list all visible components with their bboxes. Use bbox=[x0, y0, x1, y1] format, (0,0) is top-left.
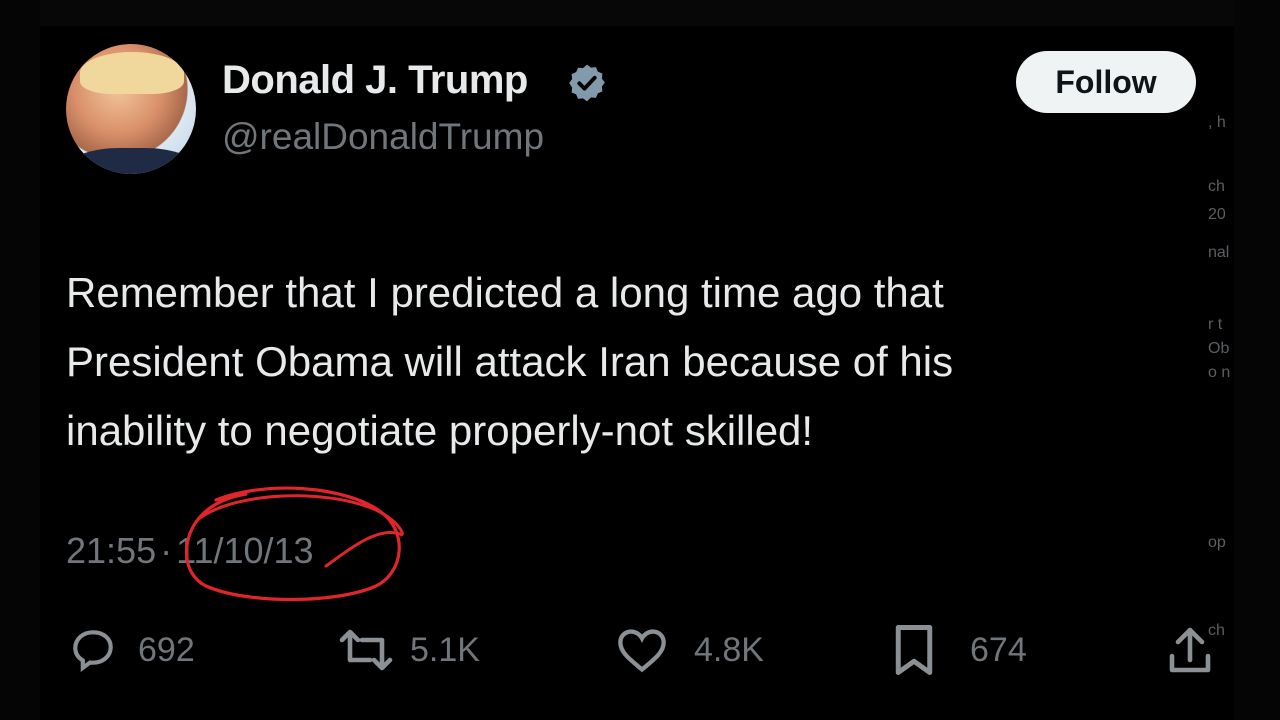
fragment: , h bbox=[1208, 114, 1226, 131]
share-icon bbox=[1169, 627, 1211, 673]
action-bar: 692 5.1K 4.8K 674 bbox=[66, 620, 1216, 680]
meta-separator: · bbox=[160, 530, 173, 571]
verified-badge-icon bbox=[569, 64, 605, 102]
bookmark-action[interactable]: 674 bbox=[892, 620, 1027, 680]
annotation-circle bbox=[184, 486, 404, 602]
tweet-line: inability to negotiate properly-not skil… bbox=[66, 407, 814, 454]
like-count: 4.8K bbox=[694, 630, 764, 669]
screenshot-frame: Donald J. Trump @realDonaldTrump Follow … bbox=[0, 0, 1280, 720]
reply-icon bbox=[73, 630, 113, 673]
avatar-suit bbox=[72, 148, 192, 174]
right-edge bbox=[1234, 0, 1280, 720]
fragment: 20 bbox=[1208, 206, 1226, 223]
author-name[interactable]: Donald J. Trump bbox=[222, 58, 528, 103]
fragment: ch bbox=[1208, 622, 1225, 639]
tweet-line: Remember that I predicted a long time ag… bbox=[66, 269, 944, 316]
fragment: nal bbox=[1208, 244, 1230, 261]
repost-count: 5.1K bbox=[410, 630, 480, 669]
fragment: ch bbox=[1208, 178, 1225, 195]
fragment: r t bbox=[1208, 316, 1223, 333]
avatar-hair bbox=[80, 52, 184, 94]
repost-action[interactable]: 5.1K bbox=[334, 620, 480, 680]
reply-count: 692 bbox=[138, 630, 195, 669]
repost-icon bbox=[339, 629, 393, 671]
tweet-time[interactable]: 21:55 bbox=[66, 530, 156, 571]
top-strip bbox=[0, 0, 1280, 26]
avatar[interactable] bbox=[66, 44, 196, 174]
like-icon bbox=[618, 629, 666, 673]
like-action[interactable]: 4.8K bbox=[616, 620, 764, 680]
reply-action[interactable]: 692 bbox=[66, 620, 195, 680]
fragment: o n bbox=[1208, 364, 1231, 381]
fragment: Ob bbox=[1208, 340, 1230, 357]
share-action[interactable] bbox=[1166, 620, 1214, 680]
fragment: op bbox=[1208, 534, 1226, 551]
tweet-line: President Obama will attack Iran because… bbox=[66, 338, 954, 385]
author-handle[interactable]: @realDonaldTrump bbox=[222, 116, 544, 158]
follow-button[interactable]: Follow bbox=[1016, 51, 1196, 113]
bookmark-icon bbox=[895, 625, 933, 675]
left-edge bbox=[0, 0, 40, 720]
tweet-text: Remember that I predicted a long time ag… bbox=[66, 258, 1186, 465]
background-fragments: , h ch 20 nal r t Ob o n op ch bbox=[1208, 100, 1238, 700]
bookmark-count: 674 bbox=[970, 630, 1027, 669]
